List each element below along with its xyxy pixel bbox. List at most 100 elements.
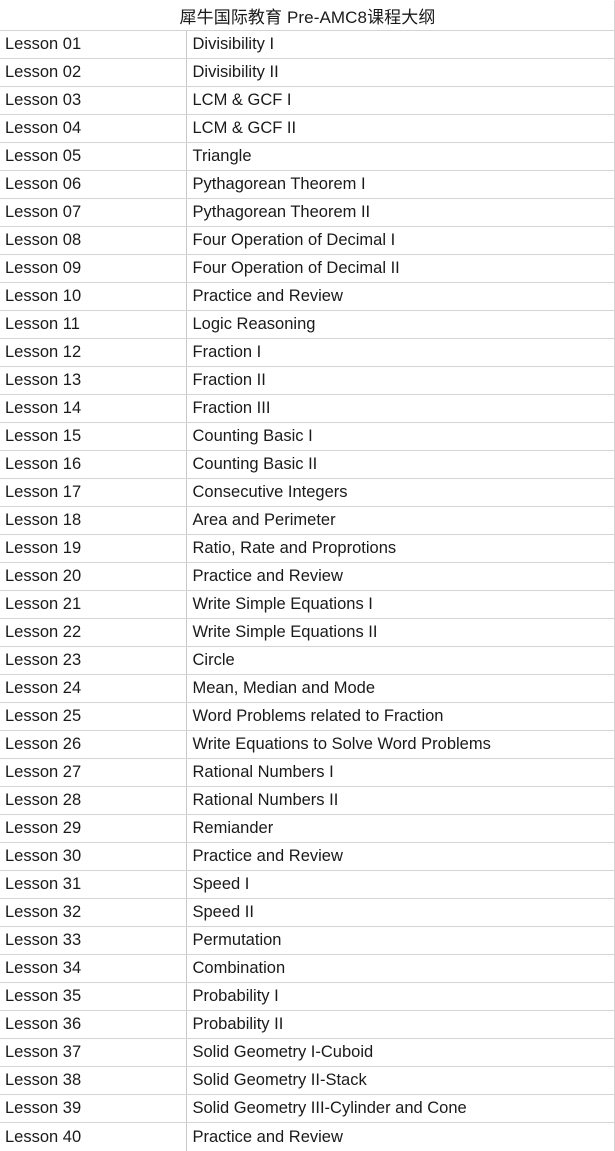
lesson-number-cell: Lesson 27 [0,758,187,787]
lesson-number-cell: Lesson 38 [0,1066,187,1095]
lesson-topic-cell: Solid Geometry I-Cuboid [186,1038,615,1067]
table-row[interactable]: Lesson 37 Solid Geometry I-Cuboid [0,1038,615,1067]
lesson-number-cell: Lesson 29 [0,814,187,843]
lesson-topic-cell: Pythagorean Theorem II [186,198,615,227]
lesson-topic-cell: Fraction III [186,394,615,423]
lesson-number-cell: Lesson 16 [0,450,187,479]
table-row[interactable]: Lesson 02 Divisibility II [0,58,615,87]
table-row[interactable]: Lesson 34 Combination [0,954,615,983]
lesson-topic-cell: Rational Numbers II [186,786,615,815]
lesson-number-cell: Lesson 32 [0,898,187,927]
lesson-number-cell: Lesson 04 [0,114,187,143]
table-row[interactable]: Lesson 40 Practice and Review [0,1122,615,1151]
table-row[interactable]: Lesson 10 Practice and Review [0,282,615,311]
lesson-number-cell: Lesson 30 [0,842,187,871]
lesson-number-cell: Lesson 31 [0,870,187,899]
lesson-topic-cell: LCM & GCF II [186,114,615,143]
lesson-topic-cell: Fraction I [186,338,615,367]
lesson-number-cell: Lesson 33 [0,926,187,955]
table-row[interactable]: Lesson 24 Mean, Median and Mode [0,674,615,703]
lesson-number-cell: Lesson 26 [0,730,187,759]
lesson-number-cell: Lesson 15 [0,422,187,451]
table-row[interactable]: Lesson 09 Four Operation of Decimal II [0,254,615,283]
table-row[interactable]: Lesson 16 Counting Basic II [0,450,615,479]
table-row[interactable]: Lesson 32 Speed II [0,898,615,927]
syllabus-table: 犀牛国际教育 Pre-AMC8课程大纲 Lesson 01 Divisibilit… [0,1,615,1151]
table-row[interactable]: Lesson 11 Logic Reasoning [0,310,615,339]
table-row[interactable]: Lesson 31 Speed I [0,870,615,899]
lesson-topic-cell: Probability II [186,1010,615,1039]
table-row[interactable]: Lesson 13 Fraction II [0,366,615,395]
table-row[interactable]: Lesson 04 LCM & GCF II [0,114,615,143]
lesson-topic-cell: Write Simple Equations II [186,618,615,647]
lesson-number-cell: Lesson 19 [0,534,187,563]
lesson-number-cell: Lesson 10 [0,282,187,311]
table-row[interactable]: Lesson 30 Practice and Review [0,842,615,871]
lesson-topic-cell: Write Equations to Solve Word Problems [186,730,615,759]
table-row[interactable]: Lesson 25 Word Problems related to Fracti… [0,702,615,731]
lesson-number-cell: Lesson 14 [0,394,187,423]
lesson-number-cell: Lesson 21 [0,590,187,619]
lesson-topic-cell: Practice and Review [186,282,615,311]
lesson-topic-cell: Circle [186,646,615,675]
lesson-number-cell: Lesson 02 [0,58,187,87]
lesson-topic-cell: Speed II [186,898,615,927]
lesson-topic-cell: Counting Basic I [186,422,615,451]
syllabus-table-body: 犀牛国际教育 Pre-AMC8课程大纲 Lesson 01 Divisibilit… [0,1,615,1151]
table-row[interactable]: Lesson 03 LCM & GCF I [0,86,615,115]
table-row[interactable]: Lesson 17 Consecutive Integers [0,478,615,507]
table-row[interactable]: Lesson 23 Circle [0,646,615,675]
lesson-topic-cell: Counting Basic II [186,450,615,479]
table-row[interactable]: Lesson 15 Counting Basic I [0,422,615,451]
lesson-number-cell: Lesson 20 [0,562,187,591]
syllabus-container: 犀牛国际教育 Pre-AMC8课程大纲 Lesson 01 Divisibilit… [0,0,615,1151]
lesson-topic-cell: Practice and Review [192,1127,343,1146]
lesson-topic-cell: Rational Numbers I [186,758,615,787]
table-row[interactable]: Lesson 22 Write Simple Equations II [0,618,615,647]
lesson-topic-cell: Solid Geometry III-Cylinder and Cone [186,1094,615,1123]
table-row[interactable]: Lesson 08 Four Operation of Decimal I [0,226,615,255]
lesson-number-cell: Lesson 22 [0,618,187,647]
table-row[interactable]: Lesson 36 Probability II [0,1010,615,1039]
page-title: 犀牛国际教育 Pre-AMC8课程大纲 [0,1,615,31]
lesson-topic-cell: Speed I [186,870,615,899]
lesson-number-cell: Lesson 11 [0,310,187,339]
lesson-number-cell: Lesson 23 [0,646,187,675]
table-row[interactable]: Lesson 19 Ratio, Rate and Proprotions [0,534,615,563]
lesson-topic-cell: Combination [186,954,615,983]
lesson-number-cell: Lesson 01 [0,30,187,59]
lesson-topic-cell: Ratio, Rate and Proprotions [186,534,615,563]
lesson-number-cell: Lesson 35 [0,982,187,1011]
table-row[interactable]: Lesson 29 Remiander [0,814,615,843]
table-row[interactable]: Lesson 21 Write Simple Equations I [0,590,615,619]
table-row[interactable]: Lesson 07 Pythagorean Theorem II [0,198,615,227]
table-row[interactable]: Lesson 28 Rational Numbers II [0,786,615,815]
table-row[interactable]: Lesson 12 Fraction I [0,338,615,367]
table-row[interactable]: Lesson 35 Probability I [0,982,615,1011]
lesson-number-cell: Lesson 37 [0,1038,187,1067]
lesson-topic-cell: Divisibility I [186,30,615,59]
lesson-topic-cell: Fraction II [186,366,615,395]
table-row[interactable]: Lesson 18 Area and Perimeter [0,506,615,535]
lesson-number-cell: Lesson 05 [0,142,187,171]
lesson-topic-cell: Remiander [186,814,615,843]
lesson-number-cell: Lesson 18 [0,506,187,535]
lesson-topic-cell: Mean, Median and Mode [186,674,615,703]
lesson-number-cell: Lesson 13 [0,366,187,395]
table-row[interactable]: Lesson 26 Write Equations to Solve Word P… [0,730,615,759]
table-row[interactable]: Lesson 39 Solid Geometry III-Cylinder and… [0,1094,615,1123]
table-row[interactable]: Lesson 05 Triangle [0,142,615,171]
lesson-topic-cell: Four Operation of Decimal II [186,254,615,283]
lesson-topic-cell: Divisibility II [186,58,615,87]
lesson-topic-cell: Permutation [186,926,615,955]
table-row[interactable]: Lesson 01 Divisibility I [0,30,615,59]
table-row[interactable]: Lesson 06 Pythagorean Theorem I [0,170,615,199]
table-row[interactable]: Lesson 38 Solid Geometry II-Stack [0,1066,615,1095]
table-row[interactable]: Lesson 27 Rational Numbers I [0,758,615,787]
table-row[interactable]: Lesson 20 Practice and Review [0,562,615,591]
lesson-number-cell: Lesson 36 [0,1010,187,1039]
table-row[interactable]: Lesson 14 Fraction III [0,394,615,423]
table-row[interactable]: Lesson 33 Permutation [0,926,615,955]
lesson-topic-cell: Four Operation of Decimal I [186,226,615,255]
lesson-topic-cell: Logic Reasoning [186,310,615,339]
